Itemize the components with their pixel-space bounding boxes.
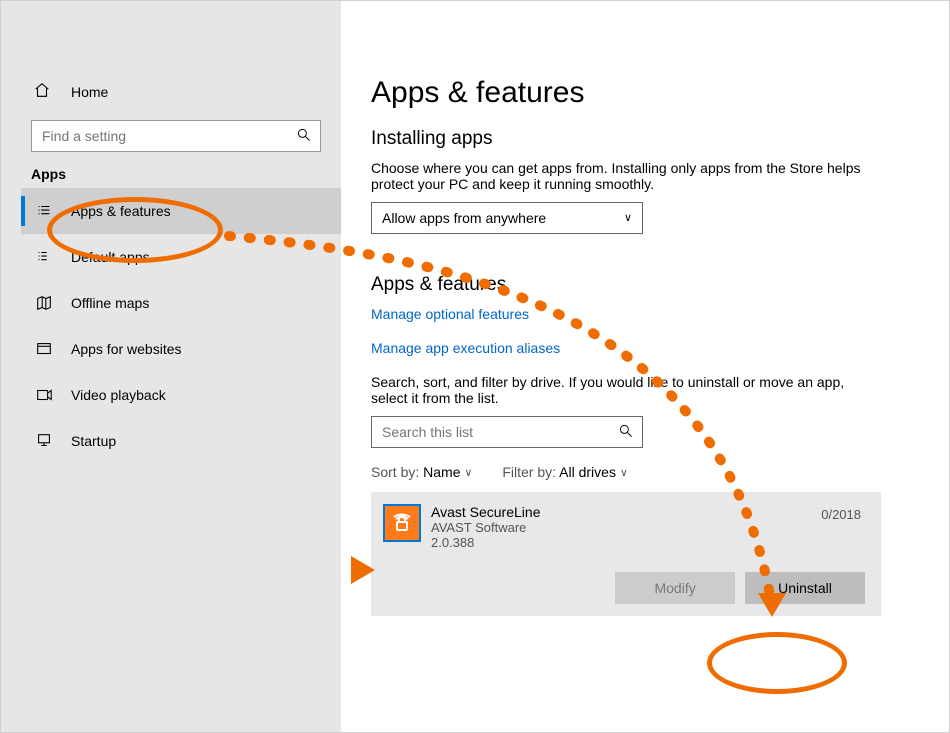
list-icon	[33, 202, 55, 220]
sidebar-item-apps-and-features[interactable]: Apps & features	[21, 188, 341, 234]
app-install-date: 0/2018	[821, 507, 861, 522]
sort-value: Name	[423, 464, 460, 480]
installing-apps-heading: Installing apps	[371, 128, 909, 150]
sidebar-item-video-playback[interactable]: Video playback	[21, 372, 341, 418]
link-manage-execution-aliases[interactable]: Manage app execution aliases	[371, 340, 560, 356]
apps-search-input[interactable]	[380, 423, 618, 441]
page-title: Apps & features	[371, 76, 909, 110]
sidebar-item-offline-maps[interactable]: Offline maps	[21, 280, 341, 326]
sidebar-item-label: Startup	[71, 433, 116, 449]
websites-icon	[33, 340, 55, 358]
app-version: 2.0.388	[431, 535, 540, 550]
sidebar-item-startup[interactable]: Startup	[21, 418, 341, 464]
app-card-header: Avast SecureLine AVAST Software 2.0.388	[383, 504, 865, 550]
sort-filter-bar: Sort by: Name ∨ Filter by: All drives ∨	[371, 464, 909, 480]
installing-apps-help: Choose where you can get apps from. Inst…	[371, 160, 881, 192]
video-icon	[33, 386, 55, 404]
sidebar-item-label: Offline maps	[71, 295, 149, 311]
defaults-icon	[33, 248, 55, 266]
uninstall-button[interactable]: Uninstall	[745, 572, 865, 604]
modify-button[interactable]: Modify	[615, 572, 735, 604]
sidebar-item-label: Default apps	[71, 249, 150, 265]
search-icon	[618, 423, 634, 442]
install-source-dropdown[interactable]: Allow apps from anywhere ∨	[371, 202, 643, 234]
startup-icon	[33, 432, 55, 450]
sidebar-search-input[interactable]	[40, 127, 296, 145]
map-icon	[33, 294, 55, 312]
sidebar-home-label: Home	[71, 84, 108, 100]
apps-features-heading: Apps & features	[371, 274, 909, 296]
sidebar-item-label: Apps & features	[71, 203, 171, 219]
install-source-value: Allow apps from anywhere	[382, 210, 546, 226]
sort-by[interactable]: Sort by: Name ∨	[371, 464, 476, 480]
sidebar-item-default-apps[interactable]: Default apps	[21, 234, 341, 280]
chevron-down-icon: ∨	[620, 467, 628, 479]
sidebar: Home Apps Apps & features Default apps	[1, 1, 341, 732]
home-icon	[33, 81, 55, 102]
main-pane: Apps & features Installing apps Choose w…	[341, 1, 949, 732]
sidebar-search[interactable]	[31, 120, 321, 152]
app-card-avast-secureline[interactable]: Avast SecureLine AVAST Software 2.0.388 …	[371, 492, 881, 616]
search-icon	[296, 127, 312, 146]
apps-list-help: Search, sort, and filter by drive. If yo…	[371, 374, 881, 406]
chevron-down-icon: ∨	[464, 467, 472, 479]
sort-label: Sort by:	[371, 464, 419, 480]
filter-value: All drives	[559, 464, 616, 480]
sidebar-section-apps: Apps	[31, 166, 341, 182]
filter-label: Filter by:	[502, 464, 556, 480]
settings-window: Settings Home Apps Apps & features	[0, 0, 950, 733]
sidebar-item-apps-for-websites[interactable]: Apps for websites	[21, 326, 341, 372]
chevron-down-icon: ∨	[624, 211, 632, 224]
filter-by[interactable]: Filter by: All drives ∨	[502, 464, 628, 480]
apps-search[interactable]	[371, 416, 643, 448]
sidebar-item-label: Video playback	[71, 387, 166, 403]
avast-app-icon	[383, 504, 421, 542]
sidebar-home[interactable]: Home	[21, 71, 341, 112]
app-name: Avast SecureLine	[431, 504, 540, 520]
link-manage-optional-features[interactable]: Manage optional features	[371, 306, 529, 322]
app-publisher: AVAST Software	[431, 520, 540, 535]
sidebar-item-label: Apps for websites	[71, 341, 182, 357]
